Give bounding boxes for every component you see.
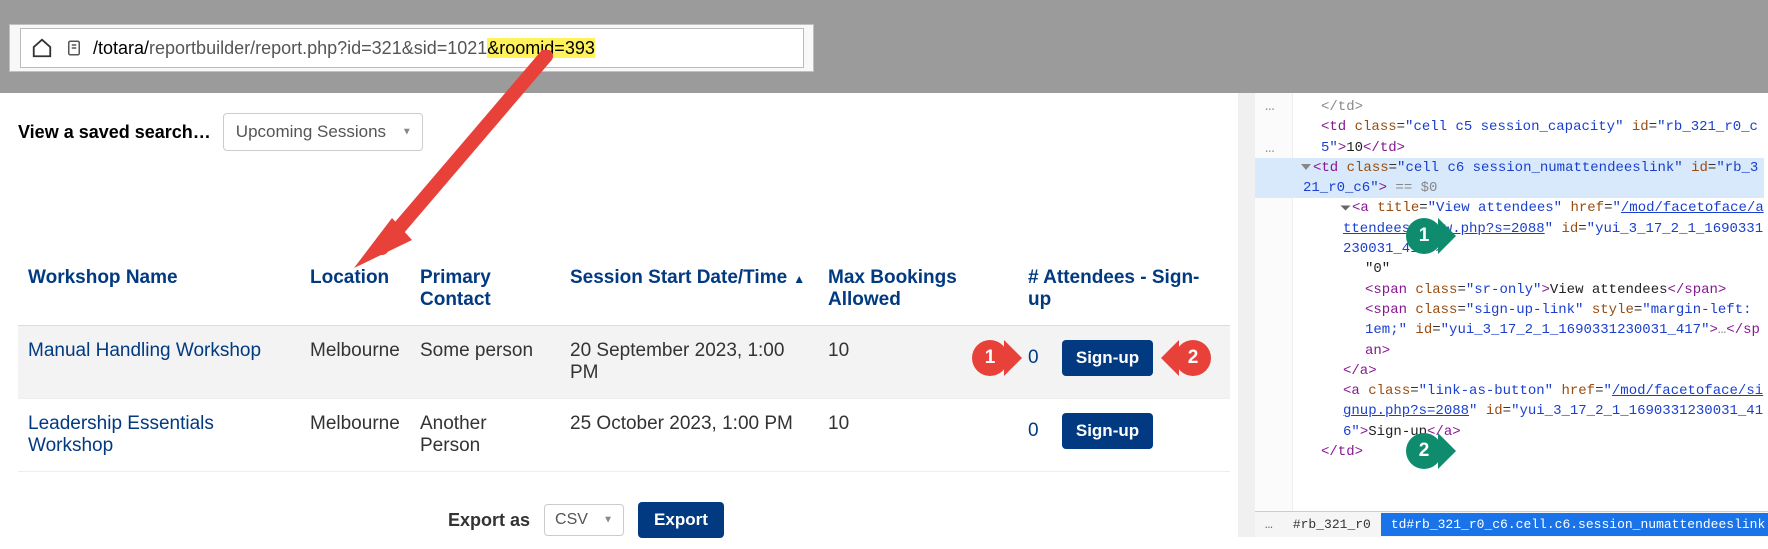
code-line: </a> bbox=[1303, 361, 1764, 381]
code-line: </td> bbox=[1303, 442, 1764, 462]
code-line: <a class="link-as-button" href="/mod/fac… bbox=[1303, 381, 1764, 442]
cell-startdate: 20 September 2023, 1:00 PM bbox=[560, 326, 818, 399]
cell-location: Melbourne bbox=[300, 326, 410, 399]
col-location[interactable]: Location bbox=[300, 253, 410, 326]
code-line: <span class="sign-up-link" style="margin… bbox=[1303, 300, 1764, 361]
col-start-date[interactable]: Session Start Date/Time▲ bbox=[560, 253, 818, 326]
site-info-icon[interactable] bbox=[65, 38, 85, 58]
workshop-link[interactable]: Manual Handling Workshop bbox=[28, 340, 261, 361]
annotation-red-2: 2 bbox=[1175, 340, 1211, 376]
cell-maxbookings: 10 bbox=[818, 399, 1018, 472]
code-line: <span class="sr-only">View attendees</sp… bbox=[1303, 280, 1764, 300]
col-attendees-signup[interactable]: # Attendees - Sign-up bbox=[1018, 253, 1230, 326]
code-line: </td> bbox=[1303, 97, 1764, 117]
saved-search-label: View a saved search… bbox=[18, 122, 211, 143]
breadcrumb-item-active[interactable]: td#rb_321_r0_c6.cell.c6.session_numatten… bbox=[1381, 513, 1768, 536]
ellipsis-icon: … bbox=[1265, 139, 1275, 157]
annotation-teal-1: 1 bbox=[1406, 218, 1442, 254]
url-highlight: &roomid=393 bbox=[487, 38, 595, 58]
url-bar[interactable]: /totara/reportbuilder/report.php?id=321&… bbox=[20, 28, 804, 68]
export-row: Export as CSV Export bbox=[18, 502, 1230, 538]
export-label: Export as bbox=[448, 510, 530, 531]
col-workshop-name[interactable]: Workshop Name bbox=[18, 253, 300, 326]
workshop-link[interactable]: Leadership Essentials Workshop bbox=[28, 413, 214, 456]
cell-attendees: 0 Sign-up bbox=[1018, 399, 1230, 472]
ellipsis-icon: … bbox=[1265, 97, 1275, 115]
export-format-select[interactable]: CSV bbox=[544, 504, 624, 536]
devtools-panel: … … </td> <td class="cell c5 session_cap… bbox=[1255, 93, 1768, 537]
col-primary-contact[interactable]: Primary Contact bbox=[410, 253, 560, 326]
saved-search-row: View a saved search… Upcoming Sessions bbox=[18, 113, 423, 151]
export-button[interactable]: Export bbox=[638, 502, 724, 538]
scrollbar-track[interactable] bbox=[1238, 93, 1255, 537]
url-prefix: /totara/ bbox=[93, 38, 149, 58]
table-row: Manual Handling Workshop Melbourne Some … bbox=[18, 326, 1230, 399]
expand-icon[interactable] bbox=[1341, 205, 1351, 210]
annotation-teal-2: 2 bbox=[1406, 433, 1442, 469]
code-line: <td class="cell c5 session_capacity" id=… bbox=[1303, 117, 1764, 158]
code-line-selected[interactable]: <td class="cell c6 session_numattendeesl… bbox=[1255, 158, 1764, 199]
cell-contact: Another Person bbox=[410, 399, 560, 472]
devtools-code[interactable]: </td> <td class="cell c5 session_capacit… bbox=[1299, 93, 1768, 462]
saved-search-select[interactable]: Upcoming Sessions bbox=[223, 113, 423, 151]
signup-button[interactable]: Sign-up bbox=[1062, 340, 1153, 376]
devtools-breadcrumb[interactable]: … #rb_321_r0 td#rb_321_r0_c6.cell.c6.ses… bbox=[1255, 511, 1768, 537]
cell-startdate: 25 October 2023, 1:00 PM bbox=[560, 399, 818, 472]
cell-contact: Some person bbox=[410, 326, 560, 399]
url-path: reportbuilder/report.php?id=321&sid=1021 bbox=[149, 38, 487, 58]
table-header-row: Workshop Name Location Primary Contact S… bbox=[18, 253, 1230, 326]
signup-button[interactable]: Sign-up bbox=[1062, 413, 1153, 449]
code-line: "0" bbox=[1303, 259, 1764, 279]
breadcrumb-item[interactable]: #rb_321_r0 bbox=[1283, 513, 1381, 536]
sort-asc-icon: ▲ bbox=[793, 272, 805, 286]
attendees-count-link[interactable]: 0 bbox=[1028, 420, 1039, 441]
annotation-red-1: 1 bbox=[972, 340, 1008, 376]
code-line: <a title="View attendees" href="/mod/fac… bbox=[1303, 198, 1764, 259]
url-text: /totara/reportbuilder/report.php?id=321&… bbox=[93, 38, 595, 59]
col-max-bookings[interactable]: Max Bookings Allowed bbox=[818, 253, 1018, 326]
table-row: Leadership Essentials Workshop Melbourne… bbox=[18, 399, 1230, 472]
report-table: Workshop Name Location Primary Contact S… bbox=[18, 253, 1230, 472]
attendees-count-link[interactable]: 0 bbox=[1028, 347, 1039, 368]
cell-location: Melbourne bbox=[300, 399, 410, 472]
expand-icon[interactable] bbox=[1301, 164, 1311, 170]
ellipsis-icon: … bbox=[1255, 517, 1283, 532]
home-icon[interactable] bbox=[31, 36, 55, 60]
